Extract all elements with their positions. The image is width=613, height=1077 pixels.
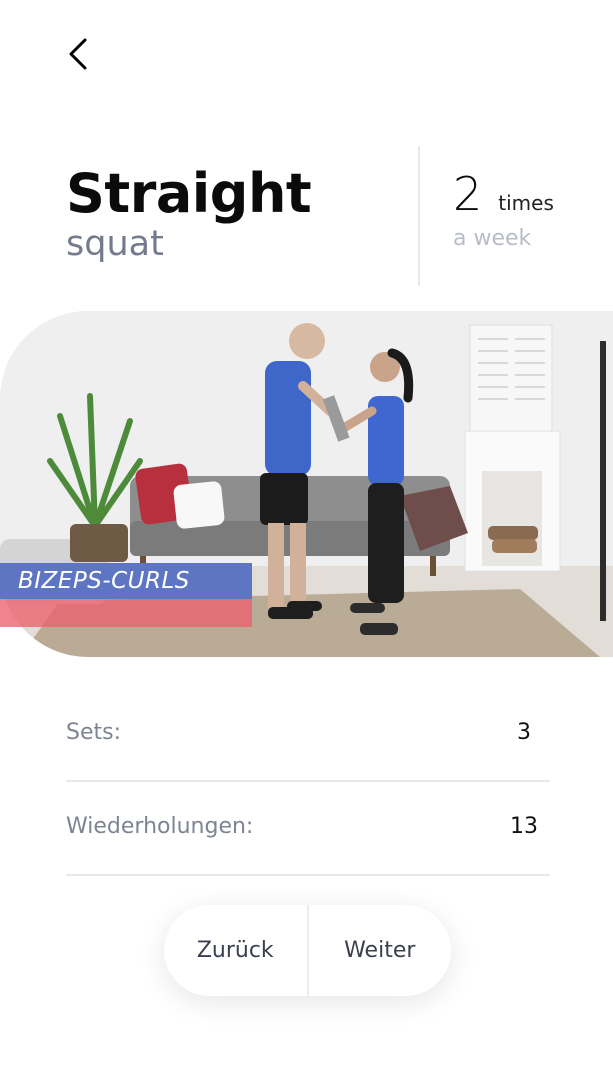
- stat-label: Wiederholungen:: [66, 813, 254, 839]
- exercise-subtitle: squat: [66, 224, 164, 264]
- frequency-unit: times: [498, 191, 554, 215]
- stat-row-repetitions: Wiederholungen: 13: [66, 782, 550, 876]
- header-divider: [418, 146, 420, 286]
- frequency-count: 2: [453, 167, 483, 221]
- stat-value: 13: [510, 813, 538, 839]
- pillow-white: [173, 481, 225, 529]
- previous-button[interactable]: Zurück: [164, 905, 309, 996]
- frequency-block: 2 times a week: [453, 166, 554, 251]
- navigation-button-group: Zurück Weiter: [164, 905, 451, 996]
- next-button[interactable]: Weiter: [309, 905, 452, 996]
- back-button[interactable]: [56, 32, 100, 76]
- exercise-title: Straight: [66, 162, 312, 225]
- shelf: [600, 341, 606, 621]
- cabinet: [469, 324, 553, 436]
- frequency-period: a week: [453, 226, 532, 251]
- exercise-title-block: Straight squat: [66, 158, 312, 264]
- overlay-accent-bar: [0, 599, 252, 627]
- stat-value: 3: [517, 719, 531, 745]
- chevron-left-icon: [69, 38, 87, 70]
- stat-label: Sets:: [66, 719, 121, 745]
- exercise-overlay-label: BIZEPS-CURLS: [0, 563, 252, 599]
- stat-row-sets: Sets: 3: [66, 688, 550, 782]
